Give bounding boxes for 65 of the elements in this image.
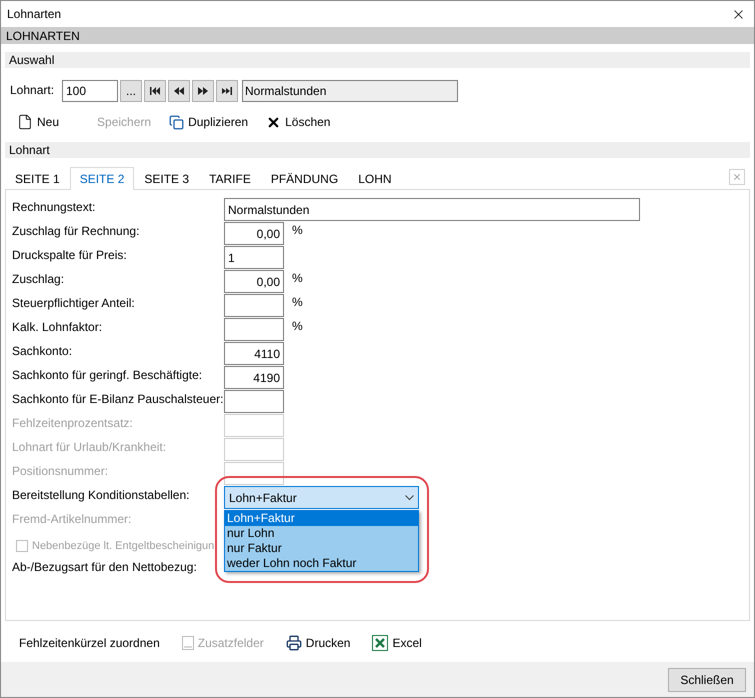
unit-label: % <box>292 318 303 335</box>
toolbar-button[interactable]: Duplizieren <box>169 114 248 130</box>
nav-button[interactable] <box>192 80 214 102</box>
rewind-icon <box>173 86 185 96</box>
toolbar-button[interactable]: Neu <box>17 114 60 130</box>
header-bar: LOHNARTEN <box>1 27 754 44</box>
action-button[interactable]: Drucken <box>286 635 350 651</box>
input-field[interactable]: 4190 <box>224 366 284 389</box>
tab[interactable]: SEITE 2 <box>70 167 134 190</box>
field-label: Sachkonto für E-Bilanz Pauschalsteuer: <box>12 391 224 408</box>
field-label: Druckspalte für Preis: <box>12 247 128 264</box>
input-field[interactable] <box>224 390 284 413</box>
dropdown-option[interactable]: weder Lohn noch Faktur <box>225 556 418 571</box>
field-label: Kalk. Lohnfaktor: <box>12 319 104 336</box>
input-field[interactable]: 100 <box>62 80 118 102</box>
fast-forward-icon <box>197 86 209 96</box>
browse-button[interactable]: ... <box>120 80 142 102</box>
input-field[interactable]: 0,00 <box>224 270 284 293</box>
field-label: Fehlzeitenprozentsatz: <box>12 415 134 432</box>
spreadsheet-icon <box>372 635 388 651</box>
delete-icon <box>266 114 282 130</box>
input-field[interactable]: 0,00 <box>224 222 284 245</box>
skip-first-icon <box>149 86 161 96</box>
unit-label: % <box>292 270 303 287</box>
copy-icon <box>169 114 184 130</box>
nav-button[interactable] <box>168 80 190 102</box>
field-label: Positionsnummer: <box>12 463 110 480</box>
form-icon <box>182 636 194 650</box>
section-header: Auswahl <box>5 52 750 68</box>
unit-label: % <box>292 294 303 311</box>
input-field[interactable] <box>224 294 284 317</box>
field-label: Sachkonto: <box>12 343 74 360</box>
dropdown[interactable]: Lohn+Faktur <box>224 486 419 509</box>
field-label: Rechnungstext: <box>12 199 96 216</box>
field-label: Bereitstellung Konditionstabellen: <box>12 487 190 504</box>
nav-button[interactable] <box>144 80 166 102</box>
action-button[interactable]: Fehlzeitenkürzel zuordnen <box>19 636 160 650</box>
checkbox-label: Nebenbezüge lt. Entgeltbescheinigun <box>32 540 214 552</box>
skip-last-icon <box>221 86 233 96</box>
field-label: Lohnart: <box>10 83 56 97</box>
input-field[interactable] <box>224 318 284 341</box>
dropdown-option[interactable]: nur Faktur <box>225 541 418 556</box>
dropdown-option[interactable]: Lohn+Faktur <box>225 511 418 526</box>
field-label: Zuschlag für Rechnung: <box>12 223 140 240</box>
dropdown-option[interactable]: nur Lohn <box>225 526 418 541</box>
field-label: Ab-/Bezugsart für den Nettobezug: <box>12 559 198 576</box>
chevron-down-icon <box>405 494 414 500</box>
printer-icon <box>286 635 302 651</box>
input-field[interactable]: Normalstunden <box>224 198 640 221</box>
field-label: Fremd-Artikelnummer: <box>12 511 132 528</box>
field-label: Lohnart für Urlaub/Krankheit: <box>12 439 168 456</box>
window-title: Lohnarten <box>7 7 62 21</box>
name-field[interactable]: Normalstunden <box>242 80 458 102</box>
nav-button[interactable] <box>216 80 238 102</box>
unit-label: % <box>292 222 303 239</box>
field-label: Sachkonto für geringf. Beschäftigte: <box>12 367 204 384</box>
document-icon <box>17 114 33 130</box>
section-header: Lohnart <box>5 142 750 158</box>
toolbar-button[interactable]: Löschen <box>266 114 330 130</box>
field-label: Steuerpflichtiger Anteil: <box>12 295 136 312</box>
input-field[interactable]: 1 <box>224 246 284 269</box>
close-button[interactable]: Schließen <box>668 668 746 692</box>
field-label: Zuschlag: <box>12 271 66 288</box>
action-button[interactable]: Excel <box>372 635 422 651</box>
input-field[interactable]: 4110 <box>224 342 284 365</box>
